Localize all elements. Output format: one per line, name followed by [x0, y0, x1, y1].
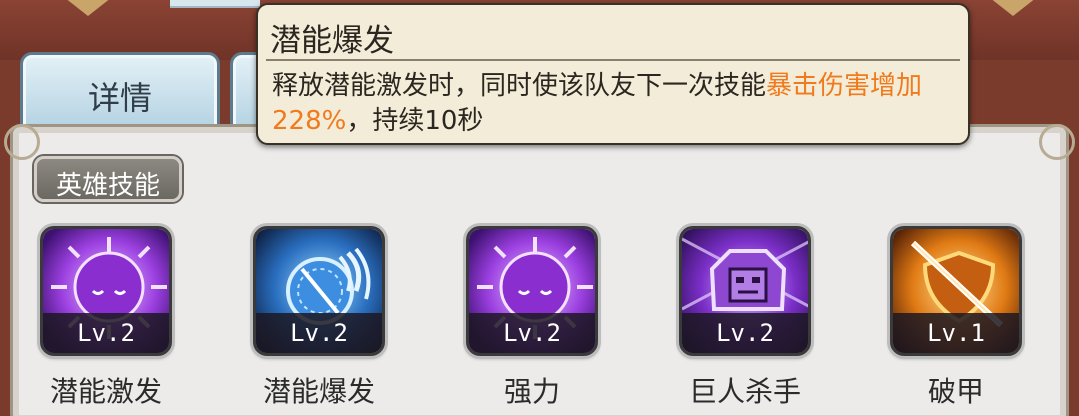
- tab-details[interactable]: 详情: [20, 52, 220, 130]
- level-bar: Lv.2: [682, 313, 808, 353]
- level-bar: Lv.2: [469, 313, 595, 353]
- tooltip-title: 潜能爆发: [270, 23, 394, 59]
- skill-slot-5[interactable]: Lv.1: [890, 226, 1022, 356]
- skill-name-1: 潜能激发: [49, 375, 162, 408]
- skill-name-2: 潜能爆发: [262, 375, 375, 408]
- panel-ornament-left: [4, 124, 40, 160]
- skill-level: Lv.1: [927, 319, 985, 347]
- tooltip-text-post: ，持续10秒: [346, 106, 484, 136]
- skill-level: Lv.2: [503, 319, 561, 347]
- tooltip-description: 释放潜能激发时，同时使该队友下一次技能暴击伤害增加228%，持续10秒: [272, 69, 942, 139]
- skill-name-5: 破甲: [927, 375, 984, 408]
- section-header: 英雄技能: [34, 156, 182, 202]
- corner-ornament-right: [985, 0, 1041, 16]
- skill-name-4: 巨人杀手: [688, 375, 801, 408]
- tooltip-divider: [266, 59, 960, 61]
- level-bar: Lv.2: [256, 313, 382, 353]
- skill-tooltip: 潜能爆发 释放潜能激发时，同时使该队友下一次技能暴击伤害增加228%，持续10秒: [256, 3, 970, 145]
- level-bar: Lv.2: [43, 313, 169, 353]
- skill-slot-3[interactable]: Lv.2: [466, 226, 598, 356]
- skill-level: Lv.2: [290, 319, 348, 347]
- skill-slot-4[interactable]: Lv.2: [679, 226, 811, 356]
- corner-ornament-left: [60, 0, 116, 16]
- level-bar: Lv.1: [893, 313, 1019, 353]
- skill-slot-1[interactable]: Lv.2: [40, 226, 172, 356]
- tab-details-label: 详情: [87, 79, 152, 117]
- skill-level: Lv.2: [716, 319, 774, 347]
- skill-level: Lv.2: [77, 319, 135, 347]
- tooltip-text-pre: 释放潜能激发时，同时使该队友下一次技能: [272, 71, 767, 101]
- skill-slot-2[interactable]: Lv.2: [253, 226, 385, 356]
- top-strip: [170, 0, 260, 8]
- section-header-label: 英雄技能: [55, 171, 160, 201]
- skill-name-3: 强力: [503, 375, 560, 408]
- panel-ornament-right: [1039, 124, 1075, 160]
